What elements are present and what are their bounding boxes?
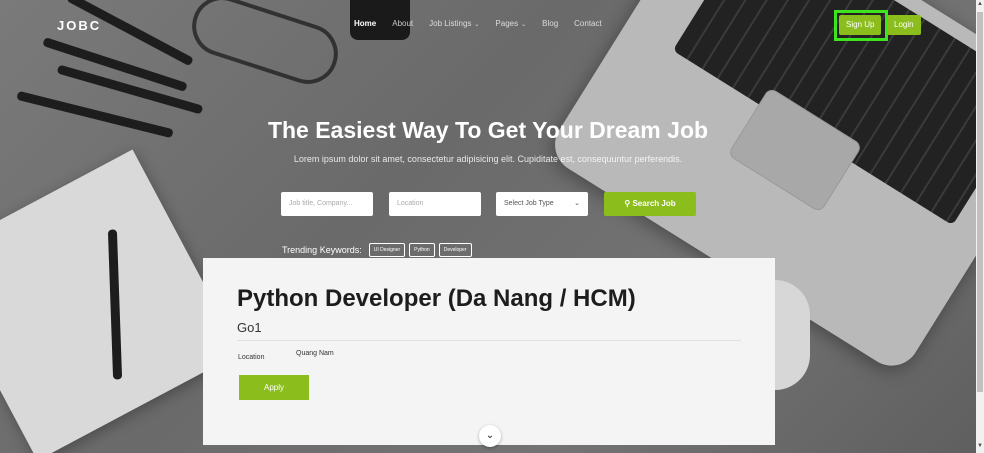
scrollbar-thumb[interactable] [977,12,983,392]
nav-job-listings-label: Job Listings [429,19,472,28]
site-logo[interactable]: JOBC [57,18,101,33]
nav-blog[interactable]: Blog [542,19,558,28]
hero-subtitle: Lorem ipsum dolor sit amet, consectetur … [293,154,683,164]
top-nav: JOBC Home About Job Listings ⌄ Pages ⌄ Blo… [0,0,976,50]
search-job-label: Search Job [632,199,676,208]
nav-about[interactable]: About [392,19,413,28]
tag-python[interactable]: Python [409,243,435,257]
nav-job-listings[interactable]: Job Listings ⌄ [429,19,479,28]
search-job-button[interactable]: ⚲ Search Job [604,192,696,216]
scroll-up-arrow-icon[interactable]: ▲ [977,1,983,7]
job-type-select[interactable]: Select Job Type ⌄ [496,192,588,216]
chevron-down-icon: ⌄ [485,430,495,441]
location-input[interactable]: Location [389,192,481,216]
chevron-down-icon: ⌄ [474,22,480,28]
chevron-down-icon: ⌄ [521,22,527,28]
trending-label: Trending Keywords: [282,245,362,255]
location-value: Quang Nam [296,350,334,357]
search-icon: ⚲ [624,199,631,208]
job-card: Python Developer (Da Nang / HCM) Go1 Loc… [203,258,775,445]
hero-title: The Easiest Way To Get Your Dream Job [267,117,709,143]
tag-ui-designer[interactable]: UI Designer [368,243,406,257]
nav-pages[interactable]: Pages ⌄ [495,19,526,28]
nav-contact[interactable]: Contact [574,19,602,28]
scroll-down-button[interactable]: ⌄ [479,425,501,447]
company-name: Go1 [237,320,262,335]
trending-keywords: Trending Keywords: UI Designer Python De… [282,243,472,257]
main-menu: Home About Job Listings ⌄ Pages ⌄ Blog Con… [354,19,618,28]
location-label: Location [238,354,265,361]
nav-pages-label: Pages [495,19,519,28]
login-button[interactable]: Login [887,15,921,35]
job-title: Python Developer (Da Nang / HCM) [237,285,636,312]
apply-button[interactable]: Apply [239,375,309,400]
nav-home[interactable]: Home [354,19,376,28]
job-type-select-label: Select Job Type [504,200,554,207]
scroll-down-arrow-icon[interactable]: ▼ [977,443,983,449]
job-title-input[interactable]: Job title, Company... [281,192,373,216]
divider [237,340,741,341]
chevron-down-icon: ⌄ [574,200,580,207]
signup-highlight-box [834,10,888,41]
tag-developer[interactable]: Developer [438,243,472,257]
